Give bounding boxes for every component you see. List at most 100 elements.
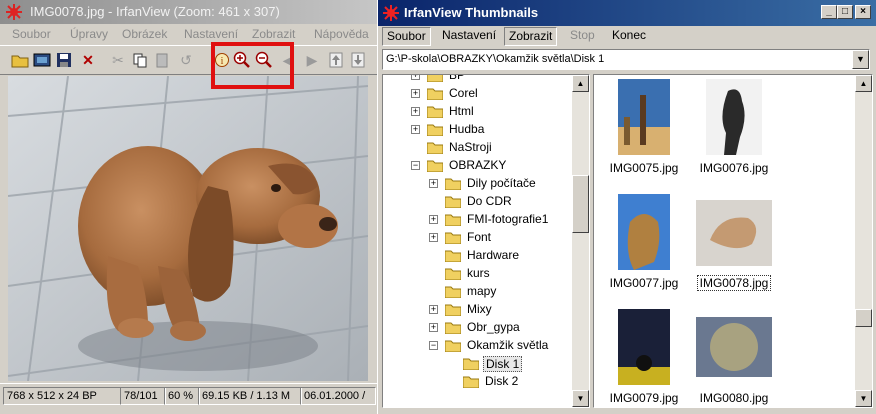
tree-item[interactable]: Hardware (383, 247, 571, 265)
viewer-menu-obrazek[interactable]: Obrázek (122, 27, 167, 41)
viewer-menu-soubor[interactable]: Soubor (12, 27, 51, 41)
thumbs-menu-zobrazit[interactable]: Zobrazit (504, 27, 558, 46)
tree-item-label: kurs (467, 266, 490, 280)
tree-item[interactable]: + FMI-fotografie1 (383, 211, 571, 229)
path-value: G:\P-skola\OBRAZKY\Okamžik světla\Disk 1 (386, 53, 605, 65)
tree-item[interactable]: Disk 2 (383, 373, 571, 391)
tree-item-label: OBRAZKY (449, 158, 507, 172)
grid-scroll-up-icon[interactable]: ▲ (855, 75, 872, 92)
tree-scroll-down-icon[interactable]: ▼ (572, 390, 589, 407)
thumbnails-title: IrfanView Thumbnails (404, 5, 539, 20)
expand-icon[interactable]: + (429, 179, 438, 188)
tree-scroll-thumb[interactable] (572, 175, 589, 233)
viewer-title: IMG0078.jpg - IrfanView (Zoom: 461 x 307… (30, 4, 280, 19)
thumbnail-grid[interactable]: IMG0075.jpg IMG0076.jpg IMG0077.jpg IMG0078… (593, 74, 873, 408)
tree-item[interactable]: kurs (383, 265, 571, 283)
folder-icon (445, 214, 461, 226)
folder-icon (463, 376, 479, 388)
viewer-menu-upravy[interactable]: Úpravy (70, 27, 108, 41)
tree-scroll-up-icon[interactable]: ▲ (572, 75, 589, 92)
folder-icon (445, 232, 461, 244)
thumbs-menu-stop[interactable]: Stop (566, 27, 599, 44)
expand-icon[interactable]: + (429, 233, 438, 242)
thumbnail-filename: IMG0079.jpg (609, 391, 679, 405)
viewer-menu-nastaveni[interactable]: Nastavení (184, 27, 238, 41)
expand-icon[interactable]: + (411, 89, 420, 98)
tree-item[interactable]: + Mixy (383, 301, 571, 319)
collapse-icon[interactable]: − (411, 161, 420, 170)
viewer-menu-zobrazit[interactable]: Zobrazit (252, 27, 295, 41)
tree-item[interactable]: + Font (383, 229, 571, 247)
paste-icon[interactable] (152, 50, 172, 70)
tree-item-label: FMI-fotografie1 (467, 212, 549, 226)
expand-icon[interactable]: + (429, 215, 438, 224)
thumbnails-titlebar[interactable]: IrfanView Thumbnails _ □ × (378, 0, 876, 26)
tree-item[interactable]: NaStroji (383, 139, 571, 157)
path-combobox[interactable]: G:\P-skola\OBRAZKY\Okamžik světla\Disk 1… (382, 49, 870, 70)
tree-item[interactable]: + Corel (383, 85, 571, 103)
collapse-icon[interactable]: − (429, 341, 438, 350)
tree-item[interactable]: + Obr_gypa (383, 319, 571, 337)
tree-item[interactable]: Do CDR (383, 193, 571, 211)
thumbs-menu-konec[interactable]: Konec (608, 27, 650, 44)
thumbnail-item[interactable]: IMG0078.jpg (690, 192, 778, 300)
copy-icon[interactable] (130, 50, 150, 70)
tree-item[interactable]: + Html (383, 103, 571, 121)
expand-icon[interactable]: + (411, 125, 420, 134)
first-icon[interactable] (326, 50, 346, 70)
status-index: 78/101 (120, 387, 166, 405)
expand-icon[interactable]: + (429, 323, 438, 332)
undo-icon[interactable]: ↺ (176, 50, 196, 70)
save-icon[interactable] (54, 50, 74, 70)
tree-item-label: BP (449, 74, 466, 82)
dog-photo (8, 76, 368, 381)
folder-icon (427, 160, 443, 172)
thumbnail-item[interactable]: IMG0080.jpg (690, 307, 778, 407)
tree-item[interactable]: − OBRAZKY (383, 157, 571, 175)
grid-scroll-thumb[interactable] (855, 309, 872, 327)
thumbs-menu-soubor[interactable]: Soubor (382, 27, 431, 46)
cut-icon[interactable]: ✂ (108, 50, 128, 70)
grid-scroll-down-icon[interactable]: ▼ (855, 390, 872, 407)
minimize-button[interactable]: _ (821, 5, 837, 19)
close-button[interactable]: × (855, 5, 871, 19)
open-folder-icon[interactable] (10, 50, 30, 70)
thumbnail-caption: IMG0079.jpg (600, 391, 688, 405)
last-icon[interactable] (348, 50, 368, 70)
folder-icon (427, 124, 443, 136)
folder-tree[interactable]: + BP + Corel + Html + Hudba NaStroji − OBRAZKY + Dil… (382, 74, 590, 408)
thumbnail-item[interactable]: IMG0075.jpg (600, 77, 688, 185)
expand-icon[interactable]: + (411, 75, 420, 80)
tree-item[interactable]: + Dily počítače (383, 175, 571, 193)
grid-scrollbar[interactable]: ▲ ▼ (855, 75, 872, 407)
thumbnail-item[interactable]: IMG0076.jpg (690, 77, 778, 185)
tree-item[interactable]: mapy (383, 283, 571, 301)
status-zoom: 60 % (164, 387, 200, 405)
tree-scrollbar[interactable]: ▲ ▼ (572, 75, 589, 407)
viewer-titlebar[interactable]: IMG0078.jpg - IrfanView (Zoom: 461 x 307… (0, 0, 377, 24)
tree-item[interactable]: + BP (383, 74, 571, 85)
tree-item-label: Mixy (467, 302, 492, 316)
expand-icon[interactable]: + (429, 305, 438, 314)
tree-item-label: Hardware (467, 248, 520, 262)
tree-item[interactable]: Disk 1 (383, 355, 571, 373)
next-icon[interactable]: ▶ (302, 50, 322, 70)
thumbnail-item[interactable]: IMG0079.jpg (600, 307, 688, 407)
tree-item[interactable]: − Okamžik světla (383, 337, 571, 355)
thumbnail-caption: IMG0080.jpg (690, 391, 778, 405)
viewer-menubar: Soubor Úpravy Obrázek Nastavení Zobrazit… (0, 24, 377, 45)
thumbnail-item[interactable]: IMG0077.jpg (600, 192, 688, 300)
expand-icon[interactable]: + (411, 107, 420, 116)
folder-icon (445, 322, 461, 334)
tree-item[interactable]: + Hudba (383, 121, 571, 139)
delete-icon[interactable]: ✕ (78, 50, 98, 70)
tree-item-label: Disk 2 (485, 374, 519, 388)
maximize-button[interactable]: □ (837, 5, 853, 19)
thumbs-menu-nastaveni[interactable]: Nastavení (438, 27, 500, 44)
irfanview-logo-icon (383, 5, 399, 21)
viewer-menu-napoveda[interactable]: Nápověda (314, 27, 369, 41)
tree-item-label: Okamžik světla (467, 338, 549, 352)
folder-icon (427, 88, 443, 100)
path-dropdown-button[interactable]: ▼ (852, 50, 869, 69)
slideshow-icon[interactable] (32, 50, 52, 70)
